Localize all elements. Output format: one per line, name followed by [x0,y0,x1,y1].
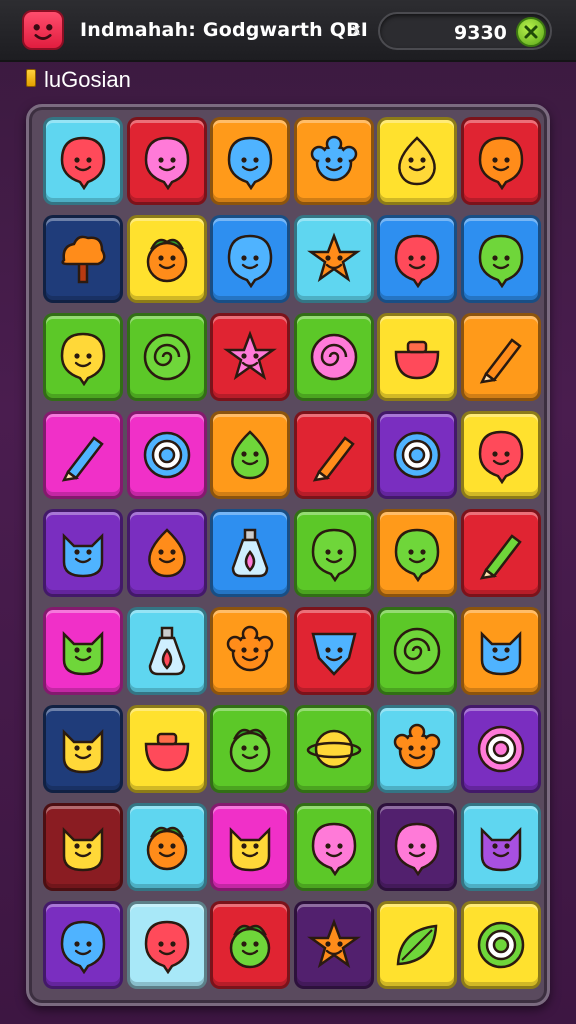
game-tile[interactable] [460,607,541,695]
top-bar: Indmahah: Godgwarth QBI x 9330 [0,0,576,62]
close-icon[interactable]: x [352,20,361,40]
game-tile[interactable] [460,313,541,401]
game-tile[interactable] [126,215,207,303]
score-counter: 9330 [378,12,552,50]
game-tile[interactable] [377,117,457,205]
game-tile[interactable] [126,607,207,695]
game-tile[interactable] [460,215,541,303]
game-tile[interactable] [377,313,457,401]
game-tile[interactable] [210,215,290,303]
game-tile[interactable] [460,901,541,989]
game-tile[interactable] [293,509,374,597]
game-tile[interactable] [293,313,374,401]
game-tile[interactable] [460,117,541,205]
game-tile[interactable] [43,509,123,597]
game-tile[interactable] [460,411,541,499]
game-tile[interactable] [377,215,457,303]
game-tile[interactable] [210,313,290,401]
game-tile[interactable] [210,705,290,793]
game-tile[interactable] [126,705,207,793]
game-tile[interactable] [210,607,290,695]
game-tile[interactable] [293,901,374,989]
game-tile[interactable] [377,509,457,597]
game-tile[interactable] [126,411,207,499]
game-board [26,104,550,1006]
game-tile[interactable] [460,705,541,793]
game-title: Indmahah: Godgwarth QBI [80,19,369,41]
game-tile[interactable] [126,117,207,205]
game-tile[interactable] [126,313,207,401]
game-tile[interactable] [377,705,457,793]
game-tile[interactable] [43,705,123,793]
game-tile[interactable] [43,215,123,303]
game-tile[interactable] [377,607,457,695]
game-tile[interactable] [293,117,374,205]
level-label: luGosian [44,67,131,92]
game-tile[interactable] [43,803,123,891]
game-tile[interactable] [377,901,457,989]
game-tile[interactable] [210,509,290,597]
game-tile[interactable] [210,901,290,989]
game-tile[interactable] [210,411,290,499]
game-tile[interactable] [377,803,457,891]
game-tile[interactable] [377,411,457,499]
game-tile[interactable] [43,117,123,205]
game-tile[interactable] [126,901,207,989]
game-tile[interactable] [293,803,374,891]
game-tile[interactable] [460,803,541,891]
game-tile[interactable] [293,215,374,303]
game-tile[interactable] [210,803,290,891]
game-tile[interactable] [43,313,123,401]
game-tile[interactable] [293,411,374,499]
game-tile[interactable] [126,509,207,597]
game-tile[interactable] [126,803,207,891]
game-tile[interactable] [43,607,123,695]
game-tile[interactable] [293,607,374,695]
game-tile[interactable] [293,705,374,793]
game-tile[interactable] [460,509,541,597]
game-tile[interactable] [43,901,123,989]
game-tile[interactable] [43,411,123,499]
score-value: 9330 [454,22,507,44]
yellow-bar-icon [26,69,36,87]
red-smiley-icon[interactable] [22,10,64,50]
game-tile[interactable] [210,117,290,205]
green-expand-icon[interactable] [516,17,546,47]
